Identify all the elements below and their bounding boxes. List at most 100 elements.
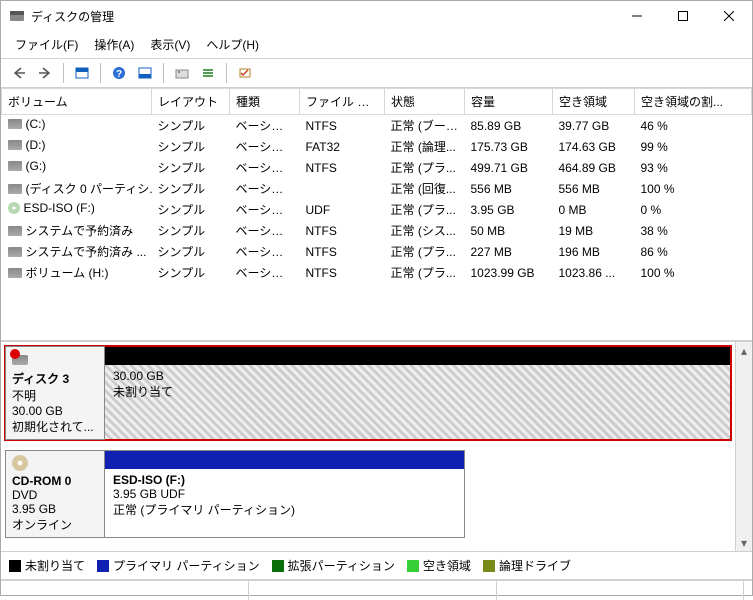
titlebar: ディスクの管理 (1, 1, 752, 31)
volume-freepct: 93 % (635, 157, 752, 178)
status-cell (497, 581, 745, 600)
volume-free: 19 MB (553, 220, 635, 241)
volume-type: ベーシック (230, 199, 300, 220)
window-title: ディスクの管理 (31, 8, 614, 25)
volume-name: ESD-ISO (F:) (24, 201, 95, 215)
legend-free: 空き領域 (407, 557, 471, 574)
legend: 未割り当て プライマリ パーティション 拡張パーティション 空き領域 論理ドライ… (1, 552, 752, 580)
view-top-button[interactable] (70, 62, 94, 84)
toolbar: ? (1, 59, 752, 88)
table-row[interactable]: (D:)シンプルベーシックFAT32正常 (論理...175.73 GB174.… (2, 136, 752, 157)
toolbar-sep (63, 63, 64, 83)
volume-name: システムで予約済み (26, 222, 134, 239)
volume-capacity: 85.89 GB (465, 115, 553, 137)
app-icon (9, 8, 25, 24)
drive-icon (8, 140, 22, 150)
cd-icon (12, 455, 28, 471)
volume-type: ベーシック (230, 178, 300, 199)
table-row[interactable]: システムで予約済みシンプルベーシックNTFS正常 (シス...50 MB19 M… (2, 220, 752, 241)
close-button[interactable] (706, 1, 752, 31)
volume-free: 0 MB (553, 199, 635, 220)
volume-name: (ディスク 0 パーティシ... (26, 180, 152, 197)
volume-status: 正常 (シス... (385, 220, 465, 241)
disk-icon (12, 351, 28, 367)
disk-graphic-pane: ディスク 3 不明 30.00 GB 初期化されて... 30.00 GB 未割… (1, 342, 752, 552)
volume-status: 正常 (プラ... (385, 262, 465, 283)
col-free[interactable]: 空き領域 (553, 89, 635, 115)
volume-capacity: 556 MB (465, 178, 553, 199)
disk-kind: 不明 (12, 387, 98, 404)
col-fs[interactable]: ファイル システム (300, 89, 385, 115)
drive-icon (8, 247, 22, 257)
volume-status: 正常 (論理... (385, 136, 465, 157)
minimize-button[interactable] (614, 1, 660, 31)
disk-row-cdrom0[interactable]: CD-ROM 0 DVD 3.95 GB オンライン ESD-ISO (F:) … (5, 450, 731, 538)
volume-layout: シンプル (152, 220, 230, 241)
disk-state: オンライン (12, 516, 98, 533)
part-name: ESD-ISO (F:) (113, 473, 456, 487)
disk-kind: DVD (12, 488, 98, 502)
volume-type: ベーシック (230, 115, 300, 137)
volume-capacity: 227 MB (465, 241, 553, 262)
part-size: 30.00 GB (113, 369, 722, 383)
scroll-down-button[interactable]: ▾ (736, 534, 752, 551)
partition-header-primary (105, 451, 464, 469)
volume-list[interactable]: ボリューム レイアウト 種類 ファイル システム 状態 容量 空き領域 空き領域… (1, 88, 752, 342)
table-row[interactable]: ESD-ISO (F:) シンプルベーシックUDF正常 (プラ...3.95 GB… (2, 199, 752, 220)
toolbar-sep (226, 63, 227, 83)
menu-view[interactable]: 表示(V) (142, 33, 198, 56)
volume-capacity: 175.73 GB (465, 136, 553, 157)
volume-layout: シンプル (152, 199, 230, 220)
list-button[interactable] (196, 62, 220, 84)
volume-freepct: 100 % (635, 178, 752, 199)
col-type[interactable]: 種類 (230, 89, 300, 115)
partition-primary[interactable]: ESD-ISO (F:) 3.95 GB UDF 正常 (プライマリ パーティシ… (105, 469, 464, 537)
table-row[interactable]: (G:)シンプルベーシックNTFS正常 (プラ...499.71 GB464.8… (2, 157, 752, 178)
table-row[interactable]: システムで予約済み ...シンプルベーシックNTFS正常 (プラ...227 M… (2, 241, 752, 262)
volume-capacity: 3.95 GB (465, 199, 553, 220)
col-status[interactable]: 状態 (385, 89, 465, 115)
table-row[interactable]: (C:)シンプルベーシックNTFS正常 (ブート...85.89 GB39.77… (2, 115, 752, 137)
legend-logical: 論理ドライブ (483, 557, 571, 574)
refresh-button[interactable] (233, 62, 257, 84)
disk-row-disk3[interactable]: ディスク 3 不明 30.00 GB 初期化されて... 30.00 GB 未割… (5, 346, 731, 440)
volume-name: ボリューム (H:) (26, 264, 109, 281)
table-row[interactable]: (ディスク 0 パーティシ...シンプルベーシック正常 (回復...556 MB… (2, 178, 752, 199)
volume-freepct: 100 % (635, 262, 752, 283)
volume-fs: NTFS (300, 157, 385, 178)
col-freepct[interactable]: 空き領域の割... (635, 89, 752, 115)
col-volume[interactable]: ボリューム (2, 89, 152, 115)
volume-free: 556 MB (553, 178, 635, 199)
disk-info-disk3: ディスク 3 不明 30.00 GB 初期化されて... (5, 346, 105, 440)
drive-icon (8, 268, 22, 278)
volume-freepct: 46 % (635, 115, 752, 137)
column-header-row: ボリューム レイアウト 種類 ファイル システム 状態 容量 空き領域 空き領域… (2, 89, 752, 115)
volume-capacity: 1023.99 GB (465, 262, 553, 283)
menu-file[interactable]: ファイル(F) (7, 33, 86, 56)
volume-freepct: 38 % (635, 220, 752, 241)
maximize-button[interactable] (660, 1, 706, 31)
view-bottom-button[interactable] (133, 62, 157, 84)
volume-free: 39.77 GB (553, 115, 635, 137)
table-row[interactable]: ボリューム (H:)シンプルベーシックNTFS正常 (プラ...1023.99 … (2, 262, 752, 283)
volume-fs: NTFS (300, 115, 385, 137)
volume-status: 正常 (プラ... (385, 199, 465, 220)
volume-layout: シンプル (152, 241, 230, 262)
volume-fs: UDF (300, 199, 385, 220)
scroll-up-button[interactable]: ▴ (736, 342, 752, 359)
menu-action[interactable]: 操作(A) (86, 33, 142, 56)
col-layout[interactable]: レイアウト (152, 89, 230, 115)
properties-button[interactable] (170, 62, 194, 84)
disk-body-disk3: 30.00 GB 未割り当て (105, 346, 731, 440)
scrollbar[interactable]: ▴ ▾ (735, 342, 752, 551)
partition-unallocated[interactable]: 30.00 GB 未割り当て (105, 365, 730, 439)
forward-button[interactable] (33, 62, 57, 84)
volume-status: 正常 (プラ... (385, 241, 465, 262)
volume-fs: FAT32 (300, 136, 385, 157)
col-capacity[interactable]: 容量 (465, 89, 553, 115)
back-button[interactable] (7, 62, 31, 84)
help-button[interactable]: ? (107, 62, 131, 84)
legend-extended: 拡張パーティション (272, 557, 395, 574)
menu-help[interactable]: ヘルプ(H) (198, 33, 267, 56)
disk-state: 初期化されて... (12, 418, 98, 435)
